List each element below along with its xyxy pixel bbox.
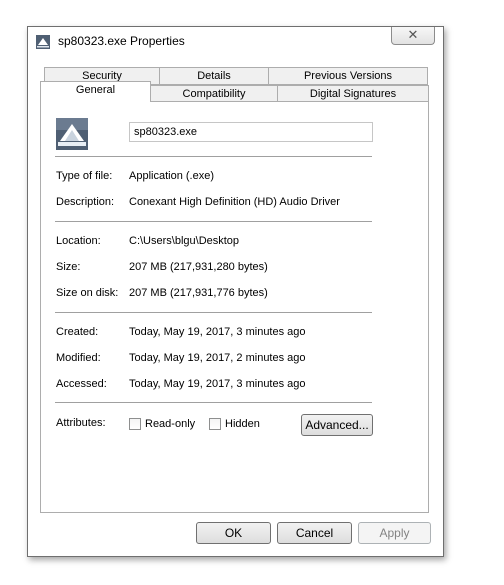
- type-of-file-value: Application (.exe): [129, 170, 214, 182]
- created-value: Today, May 19, 2017, 3 minutes ago: [129, 326, 306, 338]
- file-name-input[interactable]: sp80323.exe: [129, 122, 373, 142]
- tab-label: Compatibility: [182, 88, 246, 100]
- separator: [55, 221, 372, 222]
- separator: [55, 312, 372, 313]
- hidden-label[interactable]: Hidden: [225, 418, 260, 430]
- properties-dialog: sp80323.exe Properties ✕ Security Detail…: [27, 26, 444, 557]
- size-label: Size:: [56, 261, 81, 273]
- size-value: 207 MB (217,931,280 bytes): [129, 261, 268, 273]
- type-of-file-label: Type of file:: [56, 170, 113, 182]
- modified-label: Modified:: [56, 352, 101, 364]
- tab-general[interactable]: General: [40, 81, 151, 102]
- ok-button[interactable]: OK: [196, 522, 271, 544]
- size-on-disk-value: 207 MB (217,931,776 bytes): [129, 287, 268, 299]
- advanced-button[interactable]: Advanced...: [301, 414, 373, 436]
- tab-details[interactable]: Details: [159, 67, 269, 85]
- installer-app-icon: [56, 118, 88, 150]
- tab-label: Previous Versions: [303, 70, 393, 82]
- installer-app-icon: [36, 35, 50, 49]
- modified-value: Today, May 19, 2017, 2 minutes ago: [129, 352, 306, 364]
- attributes-label: Attributes:: [56, 417, 106, 429]
- cancel-button[interactable]: Cancel: [277, 522, 352, 544]
- apply-button: Apply: [358, 522, 431, 544]
- tab-label: Digital Signatures: [309, 88, 397, 100]
- size-on-disk-label: Size on disk:: [56, 287, 119, 299]
- tab-label: Details: [197, 70, 231, 82]
- window-title: sp80323.exe Properties: [58, 34, 185, 48]
- hidden-checkbox[interactable]: [209, 418, 221, 430]
- accessed-value: Today, May 19, 2017, 3 minutes ago: [129, 378, 306, 390]
- close-icon: ✕: [407, 27, 419, 42]
- close-button[interactable]: ✕: [391, 27, 435, 45]
- location-label: Location:: [56, 235, 101, 247]
- separator: [55, 156, 372, 157]
- description-value: Conexant High Definition (HD) Audio Driv…: [129, 196, 340, 208]
- general-tab-panel: sp80323.exe Type of file: Application (.…: [40, 101, 429, 513]
- tab-label: General: [75, 84, 116, 96]
- location-value: C:\Users\blgu\Desktop: [129, 235, 240, 247]
- created-label: Created:: [56, 326, 99, 338]
- separator: [55, 402, 372, 403]
- accessed-label: Accessed:: [56, 378, 107, 390]
- tab-previous-versions[interactable]: Previous Versions: [268, 67, 428, 85]
- read-only-checkbox[interactable]: [129, 418, 141, 430]
- description-label: Description:: [56, 196, 115, 208]
- read-only-label[interactable]: Read-only: [145, 418, 195, 430]
- title-bar[interactable]: sp80323.exe Properties ✕: [28, 27, 443, 55]
